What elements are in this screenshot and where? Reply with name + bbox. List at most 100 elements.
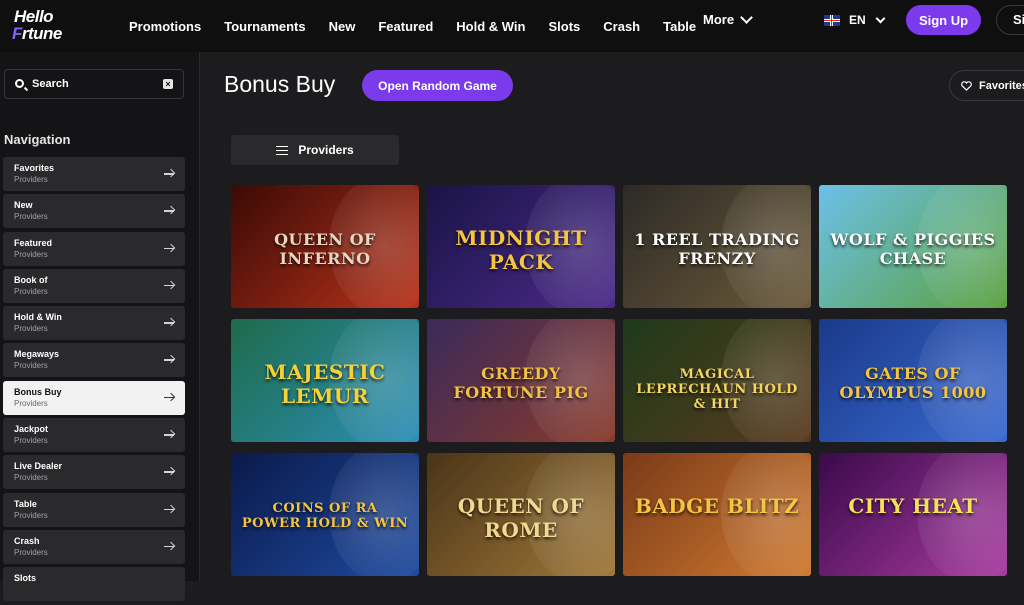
nav-featured[interactable]: Featured [378, 19, 433, 34]
arrow-right-icon [164, 393, 174, 403]
nav-slots[interactable]: Slots [548, 19, 580, 34]
game-tile[interactable]: GATES OF OLYMPUS 1000 [819, 319, 1007, 442]
game-tile[interactable]: GREEDY FORTUNE PIG [427, 319, 615, 442]
sidebar-item-bonus-buy[interactable]: Bonus Buy Providers [3, 380, 185, 415]
game-title: WOLF & PIGGIES CHASE [830, 230, 996, 268]
sidebar-item-featured[interactable]: Featured Providers [3, 231, 185, 266]
sidebar-item-title: Bonus Buy [14, 386, 62, 397]
sidebar-item-subtitle: Providers [14, 361, 48, 371]
language-label: EN [849, 13, 866, 27]
sidebar-item-subtitle: Providers [14, 398, 48, 408]
sidebar-item-crash[interactable]: Crash Providers [3, 529, 185, 564]
favorites-label: Favorites [979, 79, 1024, 92]
game-title: BADGE BLITZ [634, 494, 800, 518]
sidebar-item-title: Favorites [14, 163, 55, 173]
hello-fortune-logo[interactable]: Hello Frtune [12, 7, 86, 45]
sidebar-item-title: Slots [14, 573, 37, 584]
game-tile[interactable]: MAGICAL LEPRECHAUN HOLD & HIT [623, 319, 811, 442]
chevron-down-icon [740, 10, 753, 24]
arrow-right-icon [164, 505, 174, 515]
sidebar-item-new[interactable]: New Providers [3, 194, 185, 229]
arrow-right-icon [164, 467, 174, 477]
nav-crash[interactable]: Crash [603, 19, 640, 34]
game-tile[interactable]: QUEEN OF INFERNO [231, 185, 419, 308]
game-tile[interactable]: MAJESTIC LEMUR [231, 319, 419, 442]
sign-in-button[interactable]: Si [996, 5, 1024, 35]
more-menu[interactable]: More [703, 10, 753, 27]
sidebar-item-slots[interactable]: Slots [3, 567, 185, 602]
sidebar-item-title: Featured [14, 237, 53, 248]
nav-promotions[interactable]: Promotions [129, 19, 201, 34]
navigation-list: Favorites Providers New Providers Featured Pr… [3, 157, 185, 605]
game-title: QUEEN OF ROME [457, 494, 585, 542]
arrow-right-icon [164, 169, 174, 179]
nav-hold-win[interactable]: Hold & Win [456, 19, 525, 34]
sidebar-item-title: New [14, 200, 33, 211]
language-selector[interactable]: EN [824, 13, 886, 27]
favorites-button[interactable]: Favorites [949, 70, 1024, 101]
arrow-right-icon [164, 281, 174, 291]
game-title: GATES OF OLYMPUS 1000 [839, 364, 987, 402]
game-tile[interactable]: BADGE BLITZ [623, 453, 811, 576]
game-title: MAGICAL LEPRECHAUN HOLD & HIT [636, 367, 798, 412]
game-tile[interactable]: MIDNIGHT PACK [427, 185, 615, 308]
search-icon [15, 79, 24, 88]
sidebar-item-title: Table [14, 498, 37, 509]
game-title: QUEEN OF INFERNO [274, 230, 376, 268]
main-nav: Promotions Tournaments New Featured Hold & W… [129, 0, 719, 52]
providers-filter-button[interactable]: Providers [231, 135, 399, 165]
arrow-right-icon [164, 355, 174, 365]
search-placeholder: Search [32, 78, 69, 90]
game-tile[interactable]: 1 REEL TRADING FRENZY [623, 185, 811, 308]
sidebar-item-table[interactable]: Table Providers [3, 492, 185, 527]
sidebar-item-megaways[interactable]: Megaways Providers [3, 343, 185, 378]
search-input[interactable]: Search × [4, 69, 184, 99]
game-title: MIDNIGHT PACK [455, 226, 587, 274]
game-tile[interactable]: WOLF & PIGGIES CHASE [819, 185, 1007, 308]
navigation-title: Navigation [4, 132, 71, 147]
logo-letter: F [12, 24, 22, 43]
open-random-game-button[interactable]: Open Random Game [362, 70, 513, 101]
sidebar-item-subtitle: Providers [14, 286, 48, 296]
arrow-right-icon [164, 206, 174, 216]
game-tile[interactable]: QUEEN OF ROME [427, 453, 615, 576]
sidebar-item-favorites[interactable]: Favorites Providers [3, 157, 185, 191]
sidebar-item-live-dealer[interactable]: Live Dealer Providers [3, 455, 185, 490]
arrow-right-icon [164, 244, 174, 254]
sidebar-item-subtitle: Providers [14, 547, 48, 557]
heart-icon [961, 80, 972, 91]
arrow-right-icon [164, 318, 174, 328]
sidebar-item-title: Crash [14, 535, 40, 546]
game-title: 1 REEL TRADING FRENZY [634, 230, 800, 268]
nav-tournaments[interactable]: Tournaments [224, 19, 305, 34]
game-tile[interactable]: CITY HEAT [819, 453, 1007, 576]
game-tile[interactable]: COINS OF RA POWER HOLD & WIN [231, 453, 419, 576]
sign-up-button[interactable]: Sign Up [906, 5, 981, 35]
sidebar-item-title: Megaways [14, 349, 60, 360]
sidebar-item-subtitle: Providers [14, 510, 48, 520]
sidebar-item-title: Live Dealer [14, 461, 63, 472]
page-title: Bonus Buy [224, 71, 336, 97]
sidebar-item-title: Book of [14, 274, 48, 285]
sidebar-item-jackpot[interactable]: Jackpot Providers [3, 418, 185, 453]
nav-new[interactable]: New [329, 19, 356, 34]
main-content: Bonus Buy Open Random Game Favorites Pro… [201, 52, 1024, 581]
sidebar-item-subtitle: Providers [14, 473, 48, 483]
nav-table[interactable]: Table [663, 19, 696, 34]
top-navigation-bar: Hello Frtune Promotions Tournaments New Fea… [0, 0, 1024, 52]
game-title: CITY HEAT [848, 494, 978, 518]
sidebar-item-book-of[interactable]: Book of Providers [3, 268, 185, 303]
filter-sliders-icon [276, 145, 289, 156]
sidebar-item-subtitle: Providers [14, 212, 48, 222]
logo-line-2: Frtune [12, 24, 62, 44]
clear-search-icon[interactable]: × [163, 79, 173, 89]
game-title: COINS OF RA POWER HOLD & WIN [241, 501, 409, 531]
logo-line-2-rest: rtune [21, 24, 63, 43]
game-title: MAJESTIC LEMUR [264, 360, 386, 408]
sidebar-item-subtitle: Providers [14, 249, 48, 259]
sidebar-item-hold-win[interactable]: Hold & Win Providers [3, 306, 185, 341]
chevron-down-icon [875, 13, 886, 23]
more-label: More [703, 12, 735, 27]
sidebar-item-subtitle: Providers [14, 324, 48, 334]
sidebar-item-subtitle: Providers [14, 436, 48, 446]
